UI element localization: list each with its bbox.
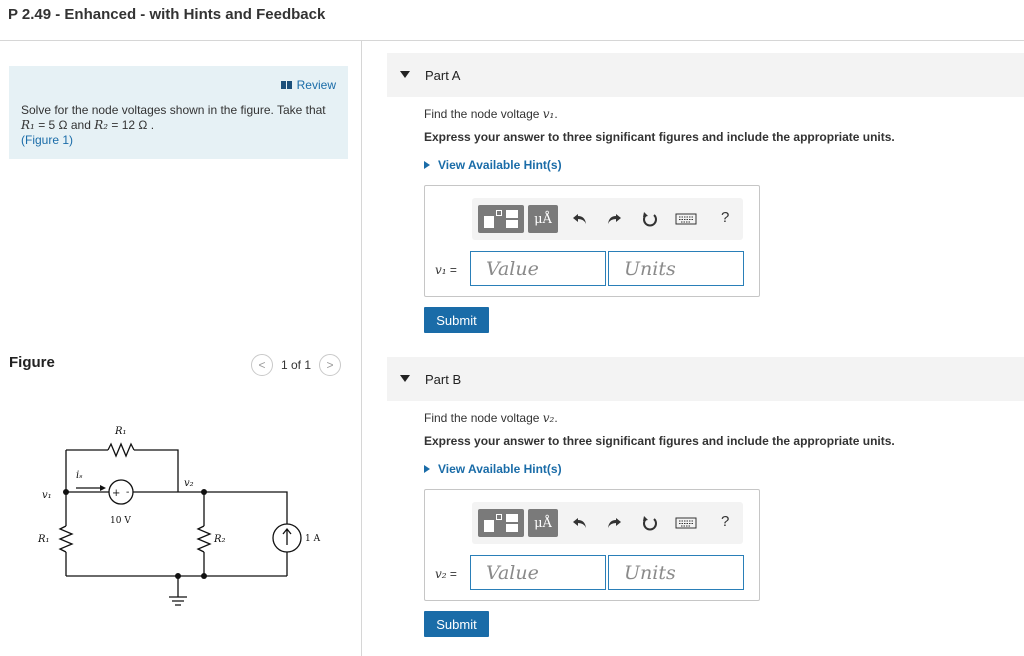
hint-triangle-icon	[424, 161, 430, 169]
problem-text: Solve for the node voltages shown in the…	[21, 103, 326, 117]
part-b-variable-label: v₂ =	[435, 567, 457, 581]
r1-symbol: R₁	[21, 118, 35, 132]
part-b-submit-button[interactable]: Submit	[424, 611, 489, 637]
part-a-submit-button[interactable]: Submit	[424, 307, 489, 333]
prev-figure-button[interactable]: <	[251, 354, 273, 376]
voltage-source-label: 10 V	[110, 516, 131, 526]
part-b-question: Find the node voltage v₂.	[424, 411, 558, 425]
part-b-units-input[interactable]: Units	[608, 555, 744, 590]
header-divider	[0, 40, 1024, 41]
problem-values: R₁ = 5 Ω and R₂ = 12 Ω .	[21, 118, 341, 133]
part-a-variable-label: v₁ =	[435, 263, 457, 277]
undo-icon[interactable]	[570, 209, 590, 229]
page-title: P 2.49 - Enhanced - with Hints and Feedb…	[8, 6, 326, 23]
part-b-value-input[interactable]: Value	[470, 555, 606, 590]
v1-node-label: v₁	[42, 490, 52, 501]
part-a-hint-label: View Available Hint(s)	[438, 158, 562, 172]
part-a-instructions: Express your answer to three significant…	[424, 130, 895, 144]
part-b-title: Part B	[425, 372, 462, 387]
part-a-header[interactable]: Part A	[387, 53, 1024, 97]
review-label: Review	[296, 78, 336, 92]
v2-node-label: v₂	[184, 478, 194, 489]
problem-intro: Review Solve for the node voltages shown…	[9, 66, 348, 159]
part-a-hint-link[interactable]: View Available Hint(s)	[424, 158, 562, 172]
part-a-units-input[interactable]: Units	[608, 251, 744, 286]
units-menu-button[interactable]: μÅ	[528, 205, 558, 233]
problem-statement: Solve for the node voltages shown in the…	[21, 103, 341, 148]
review-icon	[280, 81, 292, 89]
redo-icon[interactable]	[604, 513, 624, 533]
part-b-hint-label: View Available Hint(s)	[438, 462, 562, 476]
r1-top-label: R₁	[114, 426, 127, 437]
is-label: iₛ	[76, 470, 83, 481]
r2-label: R₂	[213, 534, 226, 545]
r2-symbol: R₂	[94, 118, 109, 132]
figure-link[interactable]: (Figure 1)	[21, 133, 341, 148]
r1-left-resistor	[58, 525, 74, 553]
r1-top-resistor	[107, 442, 135, 458]
review-link[interactable]: Review	[280, 78, 336, 92]
part-a-question: Find the node voltage v₁.	[424, 107, 558, 121]
part-b-toolbar: μÅ ?	[472, 502, 743, 544]
keyboard-icon[interactable]	[674, 513, 698, 533]
part-b-instructions: Express your answer to three significant…	[424, 434, 895, 448]
part-a-answer-box: μÅ ? v₁ = Value Units	[424, 185, 760, 297]
circuit-diagram: R₁ R₁ R₂ v₁ v₂ iₛ 10 V 1 A + -	[37, 426, 321, 606]
column-divider	[361, 41, 362, 656]
source-minus-label: -	[126, 487, 129, 498]
help-icon[interactable]: ?	[721, 513, 729, 530]
r2-value: = 12 Ω .	[108, 118, 155, 132]
collapse-triangle-icon[interactable]	[400, 375, 410, 382]
collapse-triangle-icon[interactable]	[400, 71, 410, 78]
source-plus-label: +	[112, 488, 120, 499]
units-menu-button[interactable]: μÅ	[528, 509, 558, 537]
part-a-title: Part A	[425, 68, 461, 83]
part-a-toolbar: μÅ ?	[472, 198, 743, 240]
r1-value: = 5 Ω and	[34, 118, 95, 132]
part-b-header[interactable]: Part B	[387, 357, 1024, 401]
undo-icon[interactable]	[570, 513, 590, 533]
next-figure-button[interactable]: >	[319, 354, 342, 376]
part-b-hint-link[interactable]: View Available Hint(s)	[424, 462, 562, 476]
template-icon[interactable]	[478, 509, 524, 537]
current-source-label: 1 A	[305, 534, 321, 544]
r2-resistor	[196, 525, 212, 553]
figure-heading: Figure	[9, 354, 55, 371]
reset-icon[interactable]	[640, 209, 660, 229]
figure-pager: < 1 of 1 >	[251, 354, 342, 376]
part-a-value-input[interactable]: Value	[470, 251, 606, 286]
help-icon[interactable]: ?	[721, 209, 729, 226]
r1-left-label: R₁	[37, 534, 50, 545]
reset-icon[interactable]	[640, 513, 660, 533]
part-b-answer-box: μÅ ? v₂ = Value Units	[424, 489, 760, 601]
hint-triangle-icon	[424, 465, 430, 473]
figure-page-indicator: 1 of 1	[281, 358, 312, 372]
redo-icon[interactable]	[604, 209, 624, 229]
template-icon[interactable]	[478, 205, 524, 233]
keyboard-icon[interactable]	[674, 209, 698, 229]
